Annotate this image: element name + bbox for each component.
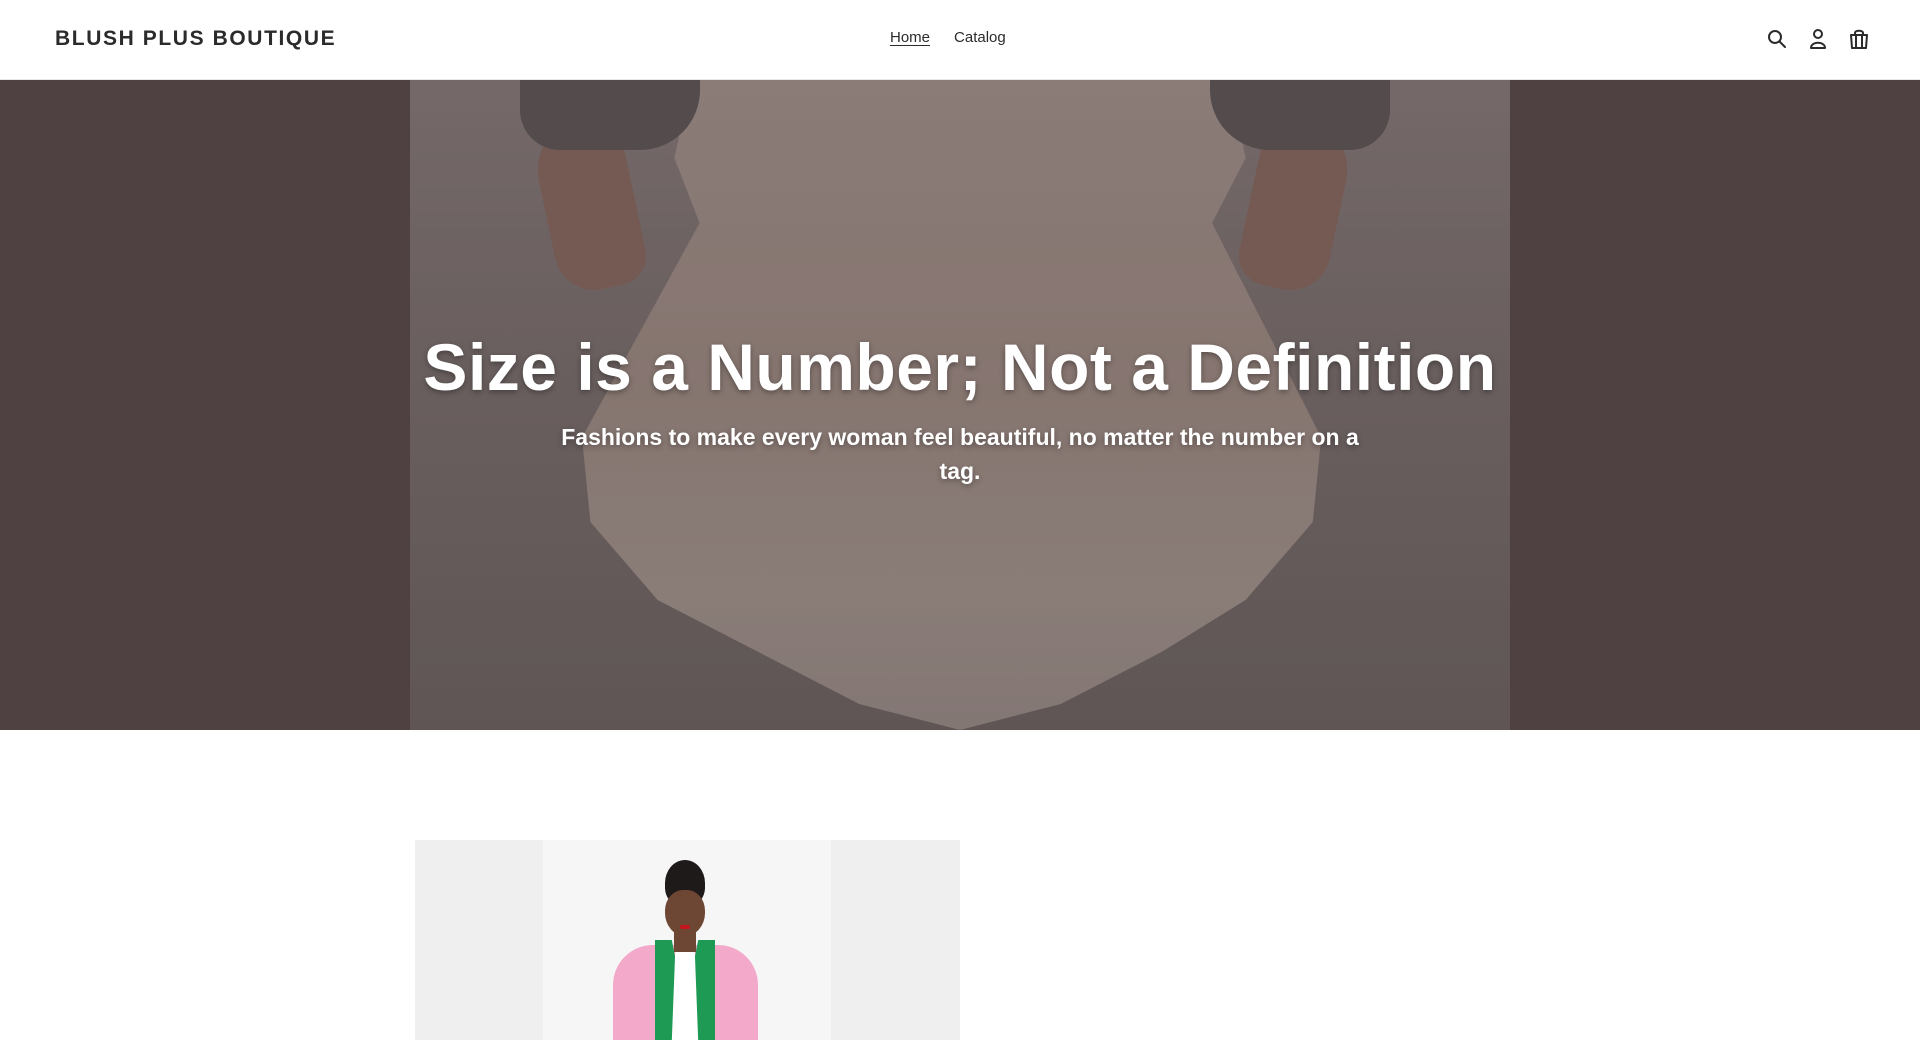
account-icon[interactable] [1806, 26, 1829, 52]
product-image-top [671, 952, 699, 1040]
product-image-face [665, 890, 705, 936]
search-icon[interactable] [1765, 26, 1788, 52]
cart-icon[interactable] [1847, 26, 1870, 52]
header-icons [1765, 26, 1870, 52]
hero-subtitle: Fashions to make every woman feel beauti… [561, 423, 1359, 485]
site-header: BLUSH PLUS BOUTIQUE Home Catalog [0, 0, 1920, 80]
brand-logo-link[interactable]: BLUSH PLUS BOUTIQUE [55, 27, 336, 51]
product-card[interactable] [415, 840, 960, 1040]
product-image-lips [680, 925, 690, 929]
product-image [543, 840, 831, 1040]
hero-banner: Size is a Number; Not a Definition Fashi… [0, 80, 1920, 730]
featured-products [0, 730, 1920, 1040]
main-nav: Home Catalog [890, 29, 1006, 46]
hero-title: Size is a Number; Not a Definition [423, 330, 1497, 404]
nav-link-catalog[interactable]: Catalog [954, 29, 1006, 46]
hero-text: Size is a Number; Not a Definition Fashi… [0, 330, 1920, 489]
nav-link-home[interactable]: Home [890, 29, 930, 46]
